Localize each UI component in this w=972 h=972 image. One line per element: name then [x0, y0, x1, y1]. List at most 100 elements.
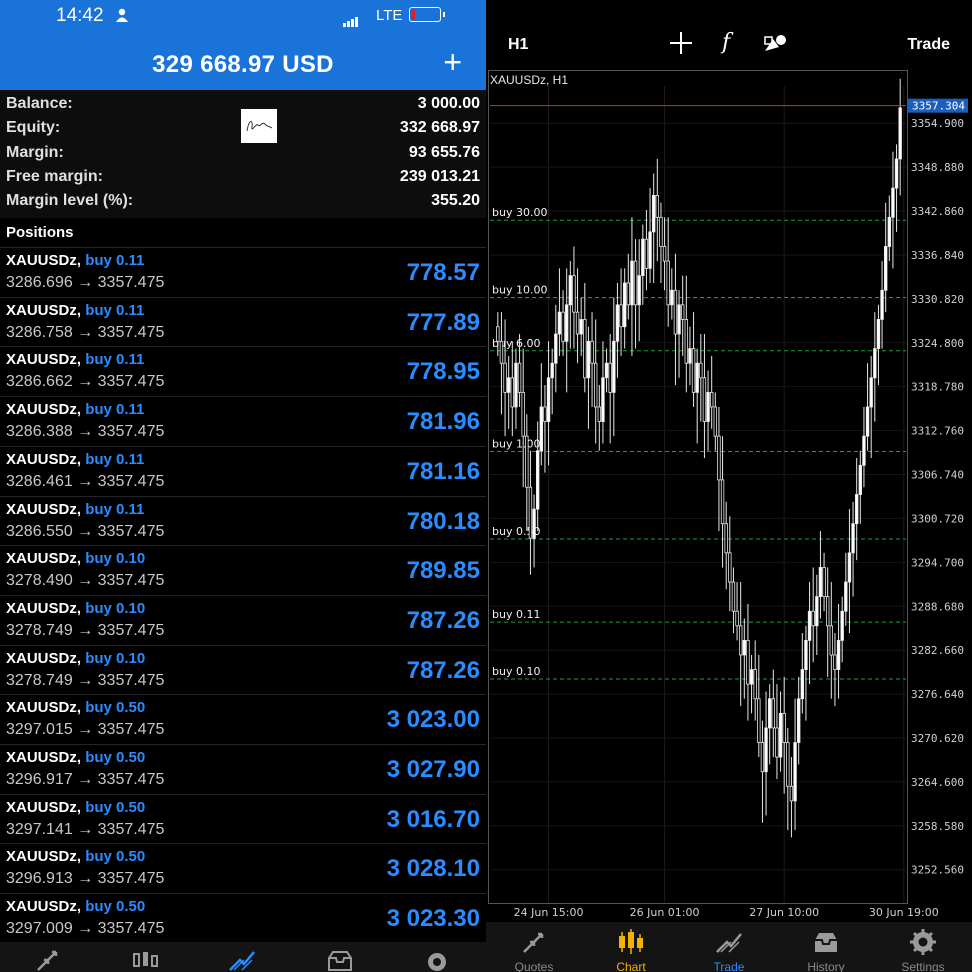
open-price: 3286.758 [6, 323, 73, 341]
arrow-icon: → [77, 870, 94, 888]
position-side: buy 0.50 [85, 848, 146, 866]
candle-body [546, 377, 551, 422]
candle-body [735, 610, 739, 627]
arrow-icon: → [77, 472, 94, 490]
tab-chart[interactable]: Chart [591, 922, 671, 972]
position-symbol: XAUUSDz, buy 0.50 [6, 898, 145, 915]
candle-body [833, 654, 837, 670]
candle-body [873, 348, 877, 379]
x-tick-label: 24 Jun 15:00 [514, 906, 584, 919]
candle-body [858, 464, 863, 495]
current-price: 3357.475 [97, 373, 165, 391]
position-prices: 3296.913 → 3357.475 [6, 870, 164, 888]
arrow-icon: → [77, 621, 94, 639]
candle-body [680, 304, 685, 320]
candle-body [514, 362, 518, 408]
position-side: buy 0.11 [85, 401, 145, 419]
candle-body [554, 333, 558, 364]
position-row[interactable]: XAUUSDz, buy 0.50 3296.913 → 3357.475 3 02… [0, 843, 486, 893]
position-side: buy 0.11 [85, 301, 145, 319]
symbol-text: XAUUSDz, [6, 599, 82, 617]
position-profit: 778.57 [406, 259, 480, 286]
tab-trade[interactable]: Trade [689, 922, 769, 972]
position-row[interactable]: XAUUSDz, buy 0.11 3286.388 → 3357.475 781.… [0, 396, 486, 446]
x-tick-label: 26 Jun 01:00 [630, 906, 700, 919]
account-total: 329 668.97 USD [152, 51, 334, 78]
chart-icon[interactable] [131, 948, 159, 972]
open-price: 3286.461 [6, 472, 73, 490]
position-row[interactable]: XAUUSDz, buy 0.11 3286.550 → 3357.475 780.… [0, 495, 486, 546]
candle-body [728, 552, 732, 583]
candle-body [876, 319, 881, 350]
network-label: LTE [376, 7, 403, 24]
account-header: 329 668.97 USD + [0, 30, 486, 90]
candle-body [699, 362, 703, 379]
position-row[interactable]: XAUUSDz, buy 0.11 3286.461 → 3357.475 781.… [0, 445, 486, 496]
candle-body [608, 362, 612, 393]
candle-body [564, 304, 569, 342]
position-row[interactable]: XAUUSDz, buy 0.50 3296.917 → 3357.475 3 02… [0, 744, 486, 794]
candle-body [807, 610, 812, 641]
margin-level-value: 355.20 [431, 192, 480, 209]
open-price: 3297.015 [6, 721, 73, 739]
tab-quotes[interactable]: Quotes [494, 922, 574, 972]
tab-settings[interactable]: Settings [883, 922, 963, 972]
candle-body [496, 326, 500, 342]
settings-icon [910, 929, 936, 955]
tab-history[interactable]: History [786, 922, 866, 972]
symbol-text: XAUUSDz, [6, 252, 82, 269]
order-level-label: buy 0.11 [492, 608, 540, 621]
position-row[interactable]: XAUUSDz, buy 0.11 3286.662 → 3357.475 778.… [0, 346, 486, 396]
position-row[interactable]: XAUUSDz, buy 0.10 3278.749 → 3357.475 787.… [0, 644, 486, 695]
candle-body [749, 669, 754, 685]
x-tick-label: 27 Jun 10:00 [749, 906, 819, 919]
candle-body [633, 260, 638, 306]
position-symbol: XAUUSDz, buy 0.50 [6, 848, 145, 865]
position-row[interactable]: XAUUSDz, buy 0.50 3297.015 → 3357.475 3 02… [0, 694, 486, 744]
trade-icon[interactable] [228, 948, 256, 972]
candle-body [575, 311, 580, 335]
order-level-label: buy 10.00 [492, 284, 547, 297]
open-price: 3278.749 [6, 671, 73, 689]
open-price: 3297.009 [6, 920, 73, 938]
signature-logo [241, 109, 277, 143]
position-row[interactable]: XAUUSDz, buy 0.50 3297.141 → 3357.475 3 01… [0, 793, 486, 844]
arrow-icon: → [77, 274, 94, 291]
order-level-label: buy 0.10 [492, 665, 540, 678]
symbol-text: XAUUSDz, [6, 898, 82, 916]
current-price: 3357.475 [97, 274, 165, 291]
position-prices: 3296.917 → 3357.475 [6, 771, 164, 789]
position-prices: 3297.141 → 3357.475 [6, 821, 164, 839]
candle-body [695, 362, 699, 393]
new-order-button[interactable]: + [443, 46, 462, 78]
candlestick-chart: 3354.900 3348.880 3342.860 3336.840 3330.820… [490, 78, 968, 919]
bottom-tab-bar [0, 942, 486, 972]
position-prices: 3286.388 → 3357.475 [6, 423, 164, 441]
equity-value: 332 668.97 [399, 119, 480, 136]
position-profit: 3 027.90 [386, 756, 480, 783]
margin-label: Margin: [6, 144, 64, 161]
y-tick-label: 3354.900 [911, 117, 964, 130]
position-row[interactable]: XAUUSDz, buy 0.10 3278.490 → 3357.475 789.… [0, 545, 486, 595]
candle-body [677, 304, 681, 335]
history-icon[interactable] [326, 948, 354, 972]
y-tick-label: 3270.620 [911, 732, 964, 745]
position-profit: 3 028.10 [386, 855, 480, 883]
current-price: 3357.475 [97, 572, 165, 590]
candle-body [854, 494, 859, 525]
settings-icon[interactable] [423, 948, 451, 972]
candle-body [579, 319, 583, 335]
position-prices: 3286.461 → 3357.475 [6, 473, 164, 491]
position-row[interactable]: XAUUSDz, buy 0.11 3286.696 → 3357.475 778.… [0, 247, 486, 297]
quotes-icon[interactable] [34, 948, 62, 972]
arrow-icon: → [77, 920, 94, 938]
symbol-text: XAUUSDz, [6, 749, 82, 766]
position-row[interactable]: XAUUSDz, buy 0.50 3297.009 → 3357.475 3 02… [0, 893, 486, 943]
current-price: 3357.475 [97, 920, 165, 938]
chart-title: XAUUSDz, H1 [490, 73, 569, 87]
candle-body [862, 435, 866, 466]
arrow-icon: → [77, 572, 94, 590]
open-price: 3286.662 [6, 373, 73, 391]
position-row[interactable]: XAUUSDz, buy 0.10 3278.749 → 3357.475 787.… [0, 594, 486, 645]
position-row[interactable]: XAUUSDz, buy 0.11 3286.758 → 3357.475 777.… [0, 296, 486, 347]
